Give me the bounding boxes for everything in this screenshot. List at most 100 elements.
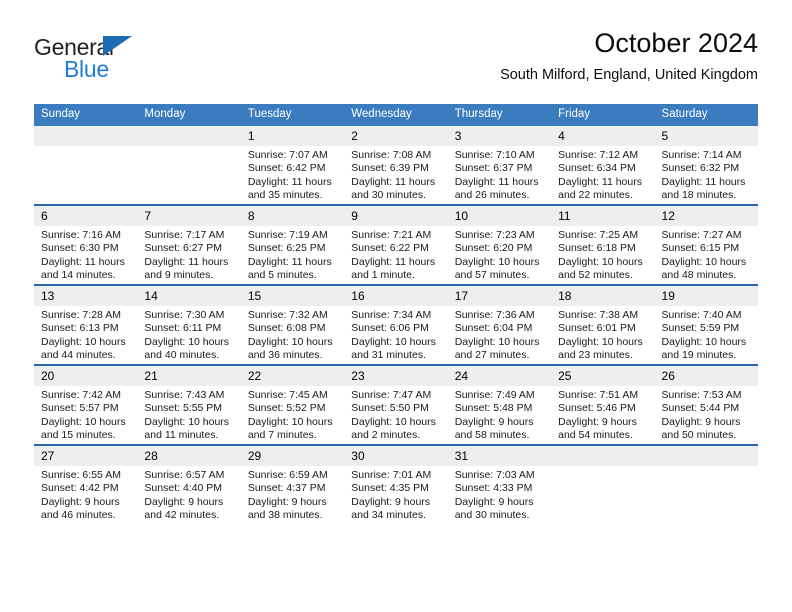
calendar-day-cell[interactable]: 9 Sunrise: 7:21 AM Sunset: 6:22 PM Daylight… bbox=[344, 204, 448, 285]
calendar-day-cell[interactable]: 21 Sunrise: 7:43 AM Sunset: 5:55 PM Dayligh… bbox=[137, 364, 241, 445]
calendar-day-cell[interactable]: 16 Sunrise: 7:34 AM Sunset: 6:06 PM Dayligh… bbox=[344, 284, 448, 365]
calendar-day-cell[interactable]: 3 Sunrise: 7:10 AM Sunset: 6:37 PM Daylight… bbox=[447, 126, 552, 205]
day-number: 9 bbox=[344, 206, 448, 226]
daylight-text-cont: and 50 minutes. bbox=[661, 428, 737, 441]
daylight-text: Daylight: 9 hours bbox=[454, 415, 534, 428]
daylight-text-cont: and 11 minutes. bbox=[144, 428, 219, 441]
sunrise-text: Sunrise: 7:14 AM bbox=[661, 149, 742, 161]
calendar-empty-cell bbox=[551, 444, 655, 524]
day-number: 7 bbox=[137, 206, 241, 226]
daylight-text: Daylight: 10 hours bbox=[558, 335, 643, 348]
sunset-text: Sunset: 6:01 PM bbox=[558, 322, 636, 335]
calendar-day-cell[interactable]: 10 Sunrise: 7:23 AM Sunset: 6:20 PM Dayligh… bbox=[447, 204, 552, 285]
calendar-day-cell[interactable]: 27 Sunrise: 6:55 AM Sunset: 4:42 PM Dayligh… bbox=[34, 444, 138, 524]
calendar-day-cell[interactable]: 22 Sunrise: 7:45 AM Sunset: 5:52 PM Dayligh… bbox=[240, 364, 345, 445]
calendar-day-cell[interactable]: 19 Sunrise: 7:40 AM Sunset: 5:59 PM Dayligh… bbox=[654, 284, 758, 365]
sunrise-text: Sunrise: 7:16 AM bbox=[41, 229, 121, 241]
sunrise-text: Sunrise: 7:27 AM bbox=[661, 229, 742, 241]
daylight-text: Daylight: 11 hours bbox=[144, 255, 229, 268]
daylight-text: Daylight: 10 hours bbox=[144, 335, 230, 348]
daylight-text-cont: and 31 minutes. bbox=[351, 348, 426, 361]
daylight-text: Daylight: 11 hours bbox=[247, 255, 332, 268]
sunrise-text: Sunrise: 7:43 AM bbox=[144, 389, 225, 401]
day-number: 28 bbox=[137, 446, 241, 466]
daylight-text-cont: and 23 minutes. bbox=[558, 348, 633, 361]
day-number bbox=[654, 446, 758, 466]
calendar-day-cell[interactable]: 20 Sunrise: 7:42 AM Sunset: 5:57 PM Dayligh… bbox=[34, 364, 138, 445]
day-details: Sunrise: 7:53 AM Sunset: 5:44 PM Daylight:… bbox=[655, 386, 758, 442]
daylight-text-cont: and 2 minutes. bbox=[351, 428, 421, 441]
sunset-text: Sunset: 4:33 PM bbox=[454, 482, 533, 495]
sunrise-text: Sunrise: 7:51 AM bbox=[558, 389, 639, 401]
daylight-text-cont: and 35 minutes. bbox=[247, 188, 323, 201]
daylight-text: Daylight: 11 hours bbox=[41, 255, 125, 268]
calendar-day-cell[interactable]: 25 Sunrise: 7:51 AM Sunset: 5:46 PM Dayligh… bbox=[551, 364, 655, 445]
sunrise-text: Sunrise: 7:34 AM bbox=[351, 309, 432, 321]
calendar-day-cell[interactable]: 11 Sunrise: 7:25 AM Sunset: 6:18 PM Dayligh… bbox=[551, 204, 655, 285]
sunrise-text: Sunrise: 6:59 AM bbox=[247, 469, 328, 481]
day-number: 2 bbox=[344, 126, 448, 146]
day-details: Sunrise: 7:08 AM Sunset: 6:39 PM Daylight:… bbox=[344, 146, 447, 202]
general-blue-logo[interactable]: General Blue bbox=[34, 34, 234, 92]
daylight-text-cont: and 22 minutes. bbox=[558, 188, 633, 201]
daylight-text: Daylight: 10 hours bbox=[661, 335, 747, 348]
sunrise-text: Sunrise: 7:36 AM bbox=[454, 309, 535, 321]
calendar-day-cell[interactable]: 4 Sunrise: 7:12 AM Sunset: 6:34 PM Daylight… bbox=[551, 126, 655, 205]
sunrise-text: Sunrise: 7:42 AM bbox=[41, 389, 121, 401]
calendar-day-cell[interactable]: 5 Sunrise: 7:14 AM Sunset: 6:32 PM Daylight… bbox=[654, 126, 758, 205]
calendar-day-cell[interactable]: 17 Sunrise: 7:36 AM Sunset: 6:04 PM Dayligh… bbox=[447, 284, 552, 365]
day-details: Sunrise: 7:36 AM Sunset: 6:04 PM Daylight:… bbox=[448, 306, 551, 362]
calendar-week-row: 27 Sunrise: 6:55 AM Sunset: 4:42 PM Dayligh… bbox=[34, 444, 758, 524]
calendar-day-cell[interactable]: 6 Sunrise: 7:16 AM Sunset: 6:30 PM Daylight… bbox=[34, 204, 138, 285]
day-number: 30 bbox=[344, 446, 448, 466]
calendar-empty-cell bbox=[654, 444, 758, 524]
calendar-day-cell[interactable]: 7 Sunrise: 7:17 AM Sunset: 6:27 PM Daylight… bbox=[137, 204, 241, 285]
daylight-text-cont: and 38 minutes. bbox=[247, 508, 323, 521]
day-number: 22 bbox=[240, 366, 345, 386]
day-details: Sunrise: 7:23 AM Sunset: 6:20 PM Daylight:… bbox=[448, 226, 551, 282]
sunset-text: Sunset: 4:42 PM bbox=[41, 482, 119, 495]
daylight-text-cont: and 54 minutes. bbox=[558, 428, 633, 441]
daylight-text: Daylight: 10 hours bbox=[41, 335, 126, 348]
day-details: Sunrise: 6:57 AM Sunset: 4:40 PM Daylight:… bbox=[137, 466, 240, 522]
daylight-text: Daylight: 9 hours bbox=[41, 495, 120, 508]
calendar-day-cell[interactable]: 14 Sunrise: 7:30 AM Sunset: 6:11 PM Dayligh… bbox=[137, 284, 241, 365]
daylight-text-cont: and 18 minutes. bbox=[661, 188, 737, 201]
calendar-day-cell[interactable]: 2 Sunrise: 7:08 AM Sunset: 6:39 PM Daylight… bbox=[344, 126, 448, 205]
daylight-text: Daylight: 10 hours bbox=[454, 335, 540, 348]
calendar-day-cell[interactable]: 28 Sunrise: 6:57 AM Sunset: 4:40 PM Dayligh… bbox=[137, 444, 241, 524]
day-details: Sunrise: 6:59 AM Sunset: 4:37 PM Daylight:… bbox=[241, 466, 344, 522]
daylight-text: Daylight: 9 hours bbox=[454, 495, 534, 508]
day-number: 3 bbox=[447, 126, 552, 146]
calendar-day-cell[interactable]: 13 Sunrise: 7:28 AM Sunset: 6:13 PM Dayligh… bbox=[34, 284, 138, 365]
calendar-day-cell[interactable]: 18 Sunrise: 7:38 AM Sunset: 6:01 PM Dayligh… bbox=[551, 284, 655, 365]
calendar-day-cell[interactable]: 23 Sunrise: 7:47 AM Sunset: 5:50 PM Dayligh… bbox=[344, 364, 448, 445]
calendar-day-cell[interactable]: 8 Sunrise: 7:19 AM Sunset: 6:25 PM Daylight… bbox=[240, 204, 345, 285]
day-number bbox=[137, 126, 241, 146]
sunrise-text: Sunrise: 7:17 AM bbox=[144, 229, 225, 241]
sunset-text: Sunset: 6:13 PM bbox=[41, 322, 119, 335]
calendar-header-row: Sunday Monday Tuesday Wednesday Thursday… bbox=[34, 104, 758, 126]
daylight-text-cont: and 30 minutes. bbox=[454, 508, 530, 521]
calendar-day-cell[interactable]: 26 Sunrise: 7:53 AM Sunset: 5:44 PM Dayligh… bbox=[654, 364, 758, 445]
day-details: Sunrise: 7:14 AM Sunset: 6:32 PM Daylight:… bbox=[655, 146, 758, 202]
sunrise-text: Sunrise: 7:19 AM bbox=[247, 229, 328, 241]
calendar-day-cell[interactable]: 1 Sunrise: 7:07 AM Sunset: 6:42 PM Daylight… bbox=[240, 126, 345, 205]
day-details: Sunrise: 7:49 AM Sunset: 5:48 PM Daylight:… bbox=[448, 386, 551, 442]
page-title: October 2024 bbox=[594, 28, 758, 58]
sunset-text: Sunset: 5:46 PM bbox=[558, 402, 636, 415]
sunset-text: Sunset: 6:18 PM bbox=[558, 242, 636, 255]
calendar-day-cell[interactable]: 12 Sunrise: 7:27 AM Sunset: 6:15 PM Dayligh… bbox=[654, 204, 758, 285]
daylight-text: Daylight: 10 hours bbox=[247, 415, 333, 428]
day-details: Sunrise: 7:51 AM Sunset: 5:46 PM Daylight:… bbox=[551, 386, 654, 442]
sunset-text: Sunset: 6:20 PM bbox=[454, 242, 533, 255]
calendar-day-cell[interactable]: 24 Sunrise: 7:49 AM Sunset: 5:48 PM Dayligh… bbox=[447, 364, 552, 445]
sunrise-text: Sunrise: 7:49 AM bbox=[454, 389, 535, 401]
calendar-day-cell[interactable]: 15 Sunrise: 7:32 AM Sunset: 6:08 PM Dayligh… bbox=[240, 284, 345, 365]
calendar-day-cell[interactable]: 29 Sunrise: 6:59 AM Sunset: 4:37 PM Dayligh… bbox=[240, 444, 345, 524]
calendar-day-cell[interactable]: 30 Sunrise: 7:01 AM Sunset: 4:35 PM Dayligh… bbox=[344, 444, 448, 524]
daylight-text-cont: and 40 minutes. bbox=[144, 348, 220, 361]
calendar-day-cell[interactable]: 31 Sunrise: 7:03 AM Sunset: 4:33 PM Dayligh… bbox=[447, 444, 552, 524]
daylight-text-cont: and 58 minutes. bbox=[454, 428, 530, 441]
calendar-week-row: 6 Sunrise: 7:16 AM Sunset: 6:30 PM Daylight… bbox=[34, 204, 758, 285]
